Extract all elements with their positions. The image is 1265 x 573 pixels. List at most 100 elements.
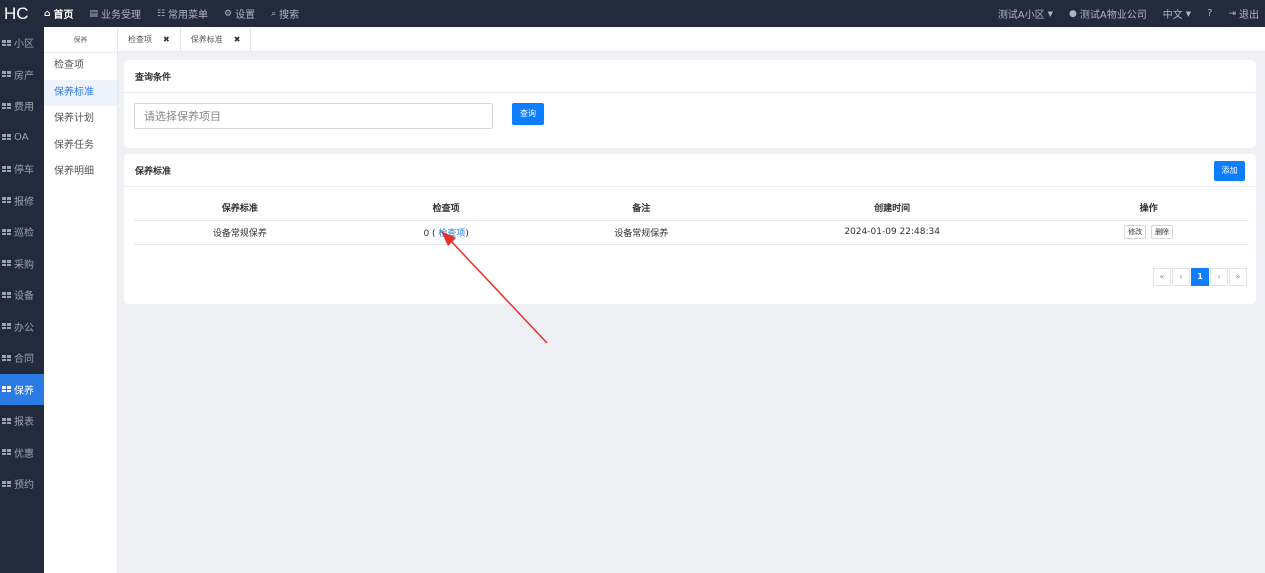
sidebar-item-label: 房产 <box>14 70 34 82</box>
query-button[interactable]: 查询 <box>512 103 544 125</box>
sidebar-item-label: 停车 <box>14 165 34 177</box>
sub-link-maintenance-plan[interactable]: 保养计划 <box>44 106 117 133</box>
col-created: 创建时间 <box>736 196 1049 221</box>
sidebar-item-fees[interactable]: 费用 <box>0 90 44 122</box>
language-dropdown[interactable]: 中文 ▼ <box>1162 6 1191 22</box>
delete-button[interactable]: 删除 <box>1151 225 1174 239</box>
page-first-button[interactable]: « <box>1153 268 1171 286</box>
close-icon[interactable]: ✖ <box>234 35 241 44</box>
language-label: 中文 <box>1162 10 1183 21</box>
sidebar-item-label: 合同 <box>14 354 34 366</box>
nav-business[interactable]: ▤ 业务受理 <box>89 6 141 22</box>
sidebar-item-property[interactable]: 房产 <box>0 59 44 91</box>
logout-button[interactable]: ⇥ 退出 <box>1228 6 1259 22</box>
sidebar-item-reports[interactable]: 报表 <box>0 405 44 437</box>
edit-button[interactable]: 修改 <box>1124 225 1147 239</box>
cell-created: 2024-01-09 22:48:34 <box>736 220 1049 245</box>
sidebar-item-label: 优惠 <box>14 448 34 460</box>
tab-maintenance-standard[interactable]: 保养标准 ✖ <box>181 27 252 51</box>
sidebar-item-label: 报表 <box>14 417 34 429</box>
search-icon: ⌕ <box>271 8 277 19</box>
community-dropdown[interactable]: 测试A小区 ▼ <box>997 6 1054 22</box>
sidebar-item-community[interactable]: 小区 <box>0 27 44 59</box>
sidebar-item-label: 保养 <box>14 385 34 397</box>
sidebar-item-repair[interactable]: 报修 <box>0 185 44 217</box>
grid-icon <box>2 260 11 267</box>
grid-icon <box>2 480 11 487</box>
gear-icon: ⚙ <box>224 8 233 19</box>
sidebar-item-equipment[interactable]: 设备 <box>0 279 44 311</box>
sidebar-item-oa[interactable]: OA <box>0 122 44 154</box>
nav-home[interactable]: ⌂ 首页 <box>44 6 73 22</box>
sub-link-maintenance-detail[interactable]: 保养明细 <box>44 159 117 186</box>
check-items-link[interactable]: 检查项 <box>438 229 465 239</box>
company-menu[interactable]: ● 测试A物业公司 <box>1069 6 1147 22</box>
sub-link-maintenance-task[interactable]: 保养任务 <box>44 133 117 160</box>
sidebar-item-label: 设备 <box>14 291 34 303</box>
sub-sidebar: 保养 检查项 保养标准 保养计划 保养任务 保养明细 <box>44 27 118 573</box>
sidebar-item-label: 办公 <box>14 322 34 334</box>
page-tabs: 检查项 ✖ 保养标准 ✖ <box>118 27 1265 52</box>
close-icon[interactable]: ✖ <box>163 35 170 44</box>
help-icon: ? <box>1207 8 1213 19</box>
cell-standard: 设备常规保养 <box>134 220 346 245</box>
sidebar-item-maintenance[interactable]: 保养 <box>0 373 44 405</box>
sub-link-check-items[interactable]: 检查项 <box>44 53 117 80</box>
sidebar-item-label: 预约 <box>14 480 34 492</box>
company-label: 测试A物业公司 <box>1079 10 1147 21</box>
caret-down-icon: ▼ <box>1047 9 1054 18</box>
add-button[interactable]: 添加 <box>1214 161 1245 181</box>
sub-sidebar-title: 保养 <box>44 27 117 53</box>
tab-label: 检查项 <box>128 34 152 44</box>
page-current-button[interactable]: 1 <box>1191 268 1209 286</box>
nav-search-label: 搜索 <box>279 10 300 21</box>
grid-icon <box>2 386 11 393</box>
grid-icon <box>2 102 11 109</box>
sidebar-item-label: 报修 <box>14 196 34 208</box>
app-logo: HC <box>4 3 29 23</box>
grid-icon <box>2 39 11 46</box>
sidebar-item-parking[interactable]: 停车 <box>0 153 44 185</box>
sidebar-item-discount[interactable]: 优惠 <box>0 437 44 469</box>
logout-label: 退出 <box>1239 10 1259 21</box>
cell-check-items: 0 ( 检查项) <box>345 220 547 245</box>
sidebar-item-office[interactable]: 办公 <box>0 311 44 343</box>
sign-out-icon: ⇥ <box>1228 8 1236 19</box>
grid-icon <box>2 449 11 456</box>
grid-icon <box>2 354 11 361</box>
grid-icon <box>2 71 11 78</box>
sidebar-item-contract[interactable]: 合同 <box>0 342 44 374</box>
tab-label: 保养标准 <box>190 34 223 44</box>
grid-icon <box>2 165 11 172</box>
user-icon: ● <box>1069 8 1077 19</box>
col-remark: 备注 <box>546 196 737 221</box>
sidebar-item-inspection[interactable]: 巡检 <box>0 216 44 248</box>
table-header-row: 保养标准 检查项 备注 创建时间 操作 <box>134 196 1249 221</box>
grid-icon <box>2 291 11 298</box>
nav-common-menu-label: 常用菜单 <box>168 10 209 21</box>
nav-common-menu[interactable]: ☷ 常用菜单 <box>157 6 209 22</box>
sidebar-item-label: 采购 <box>14 259 34 271</box>
help-button[interactable]: ? <box>1207 8 1212 19</box>
nav-search[interactable]: ⌕ 搜索 <box>271 6 300 22</box>
list-panel-title: 保养标准 <box>124 154 1256 187</box>
page-last-button[interactable]: » <box>1229 268 1247 286</box>
sidebar-item-label: 小区 <box>14 39 34 51</box>
grid-icon <box>2 134 11 141</box>
sidebar-item-label: 费用 <box>14 102 34 114</box>
pagination: « ‹ 1 › » <box>1152 268 1247 286</box>
table-row: 设备常规保养 0 ( 检查项) 设备常规保养 2024-01-09 22:48:… <box>134 220 1249 245</box>
community-label: 测试A小区 <box>997 10 1045 21</box>
tab-check-items[interactable]: 检查项 ✖ <box>118 27 181 51</box>
nav-settings[interactable]: ⚙ 设置 <box>224 6 255 22</box>
sub-link-maintenance-standard[interactable]: 保养标准 <box>44 79 117 106</box>
page-next-button[interactable]: › <box>1210 268 1228 286</box>
sidebar-item-label: 巡检 <box>14 228 34 240</box>
sidebar-item-purchase[interactable]: 采购 <box>0 248 44 280</box>
grid-icon <box>2 417 11 424</box>
col-check-items: 检查项 <box>345 196 547 221</box>
grid-icon <box>2 323 11 330</box>
sidebar-item-booking[interactable]: 预约 <box>0 468 44 500</box>
maintenance-item-select[interactable] <box>134 103 493 129</box>
page-prev-button[interactable]: ‹ <box>1172 268 1190 286</box>
